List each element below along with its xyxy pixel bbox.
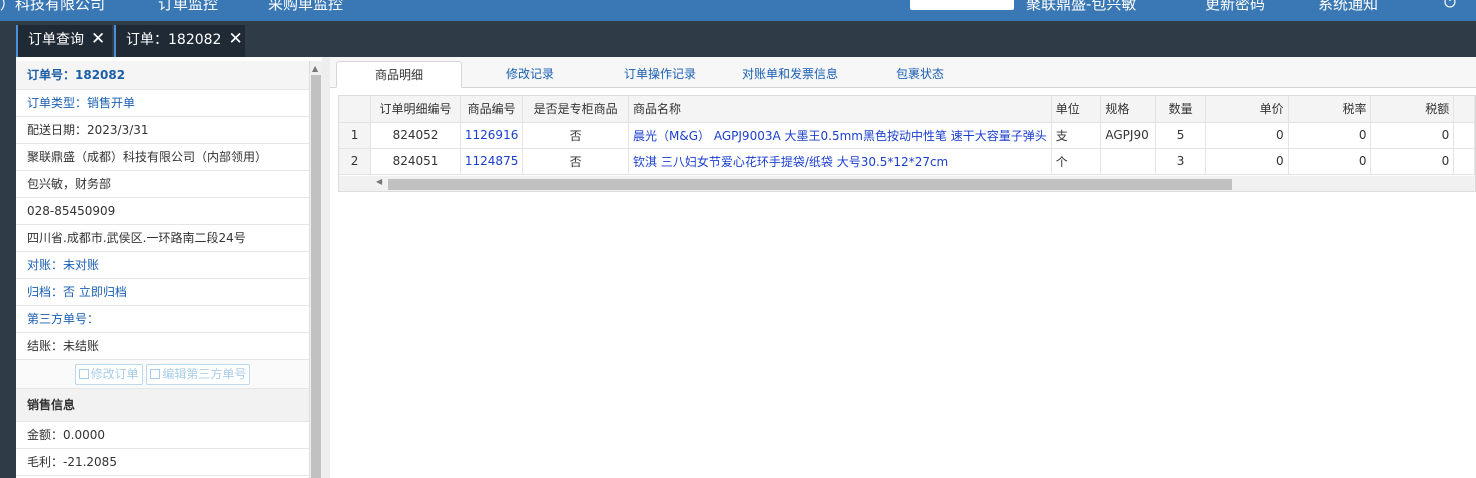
purchase-monitor-link[interactable]: 采购单监控 [268,0,343,14]
company-name: ）科技有限公司 [0,0,106,13]
action-buttons: 修改订单 编辑第三方单号 [16,360,309,389]
third-party-number: 第三方单号： [16,306,309,333]
cell-spec: AGPJ90 [1100,122,1157,149]
tab-product-details[interactable]: 商品明细 [336,61,462,88]
product-grid: 订单明细编号 商品编号 是否是专柜商品 商品名称 单位 规格 数量 单价 税率 … [338,95,1476,192]
notification-link[interactable]: 系统通知 [1318,0,1378,14]
scroll-left-icon[interactable]: ◀ [376,177,382,186]
settle-status: 结账：未结账 [16,333,309,360]
order-monitor-link[interactable]: 订单监控 [158,0,218,14]
order-type: 订单类型：销售开单 [16,90,309,117]
cell-unit: 支 [1051,122,1102,149]
scrollbar-thumb[interactable] [388,179,1232,190]
header-product-name[interactable]: 商品名称 [628,96,1052,123]
header-rownum [339,96,372,123]
address: 四川省.成都市.武侯区.一环路南二段24号 [16,225,309,252]
left-gutter [0,57,16,478]
tab-label: 订单：182082 [126,32,222,48]
close-icon[interactable]: ✕ [91,29,105,49]
order-number: 订单号：182082 [16,61,309,90]
cell-detail-no: 824051 [370,148,461,175]
order-info-panel: 订单号：182082 订单类型：销售开单 配送日期：2023/3/31 聚联鼎盛… [16,61,310,478]
header-qty[interactable]: 数量 [1155,96,1206,123]
search-input[interactable] [910,0,1014,10]
cell-unit: 个 [1051,148,1102,175]
cell-tax: 0 [1370,122,1455,149]
phone-number: 028-85450909 [16,198,309,225]
tab-strip: 订单查询 ✕ 订单：182082 ✕ [0,21,1476,57]
edit-icon [150,369,161,379]
cell-product-no[interactable]: 1126916 [460,122,524,149]
ship-date: 配送日期：2023/3/31 [16,117,309,144]
edit-order-label: 修改订单 [90,367,139,381]
tab-statement-invoice[interactable]: 对账单和发票信息 [730,61,850,88]
cell-qty: 5 [1155,122,1206,149]
cell-price: 0 [1205,148,1289,175]
user-info[interactable]: 聚联鼎盛-包兴敏 [1026,0,1136,14]
scrollbar-thumb[interactable] [311,75,321,478]
tab-order-detail[interactable]: 订单：182082 ✕ [114,25,245,57]
header-price[interactable]: 单价 [1205,96,1289,123]
header-detail-no[interactable]: 订单明细编号 [370,96,461,123]
row-number: 1 [339,122,372,149]
splitter[interactable] [322,57,330,478]
table-header-row: 订单明细编号 商品编号 是否是专柜商品 商品名称 单位 规格 数量 单价 税率 … [339,96,1475,123]
edit-third-party-label: 编辑第三方单号 [162,367,247,381]
top-bar: ）科技有限公司 订单监控 采购单监控 聚联鼎盛-包兴敏 更新密码 系统通知 ⏻ [0,0,1476,21]
cell-product-no[interactable]: 1124875 [460,148,524,175]
tab-operation-log[interactable]: 订单操作记录 [610,61,710,88]
tab-change-log[interactable]: 修改记录 [480,61,580,88]
cell-tax: 0 [1370,148,1455,175]
table-row[interactable]: 1 824052 1126916 否 晨光（M&G） AGPJ9003A 大墨王… [339,122,1475,149]
cell-tax-rate: 0 [1288,148,1372,175]
cell-spec [1100,148,1157,175]
change-password-link[interactable]: 更新密码 [1205,0,1265,14]
cell-counter: 否 [522,148,630,175]
product-table: 订单明细编号 商品编号 是否是专柜商品 商品名称 单位 规格 数量 单价 税率 … [339,96,1475,175]
edit-icon [78,369,89,379]
cell-more [1453,148,1475,175]
cell-product-name[interactable]: 晨光（M&G） AGPJ9003A 大墨王0.5mm黑色按动中性笔 速干大容量子… [628,122,1052,149]
customer-name: 聚联鼎盛（成都）科技有限公司（内部领用） [16,144,309,171]
cell-detail-no: 824052 [370,122,461,149]
tab-package-status[interactable]: 包裹状态 [880,61,960,88]
contact-person: 包兴敏，财务部 [16,171,309,198]
cell-qty: 3 [1155,148,1206,175]
header-spec[interactable]: 规格 [1100,96,1157,123]
amount: 金额：0.0000 [16,422,309,449]
scroll-up-icon[interactable]: ▲ [312,64,318,73]
power-icon[interactable]: ⏻ [1444,0,1456,11]
header-product-no[interactable]: 商品编号 [460,96,524,123]
detail-panel: 商品明细 修改记录 订单操作记录 对账单和发票信息 包裹状态 订单明细编号 商品… [330,57,1476,478]
cell-price: 0 [1205,122,1289,149]
sales-info-title: 销售信息 [16,389,309,422]
cell-tax-rate: 0 [1288,122,1372,149]
left-panel-scrollbar[interactable]: ▲ [310,61,322,478]
tab-order-query[interactable]: 订单查询 ✕ [16,25,112,57]
archive-status[interactable]: 归档：否 立即归档 [16,279,309,306]
cell-more [1453,122,1475,149]
header-more [1453,96,1475,123]
close-icon[interactable]: ✕ [228,29,242,49]
cell-counter: 否 [522,122,630,149]
gross-profit: 毛利：-21.2085 [16,449,309,476]
header-counter[interactable]: 是否是专柜商品 [522,96,630,123]
detail-tabs: 商品明细 修改记录 订单操作记录 对账单和发票信息 包裹状态 [330,57,1476,88]
table-row[interactable]: 2 824051 1124875 否 钦淇 三八妇女节爱心花环手提袋/纸袋 大号… [339,148,1475,175]
tab-label: 订单查询 [28,32,84,48]
cell-product-name[interactable]: 钦淇 三八妇女节爱心花环手提袋/纸袋 大号30.5*12*27cm [628,148,1052,175]
reconcile-status[interactable]: 对账：未对账 [16,252,309,279]
edit-third-party-button[interactable]: 编辑第三方单号 [146,364,251,385]
row-number: 2 [339,148,372,175]
header-tax-rate[interactable]: 税率 [1288,96,1372,123]
header-tax[interactable]: 税额 [1370,96,1455,123]
grid-horizontal-scrollbar[interactable]: ◀ [339,176,1475,191]
header-unit[interactable]: 单位 [1051,96,1102,123]
edit-order-button[interactable]: 修改订单 [74,364,143,385]
